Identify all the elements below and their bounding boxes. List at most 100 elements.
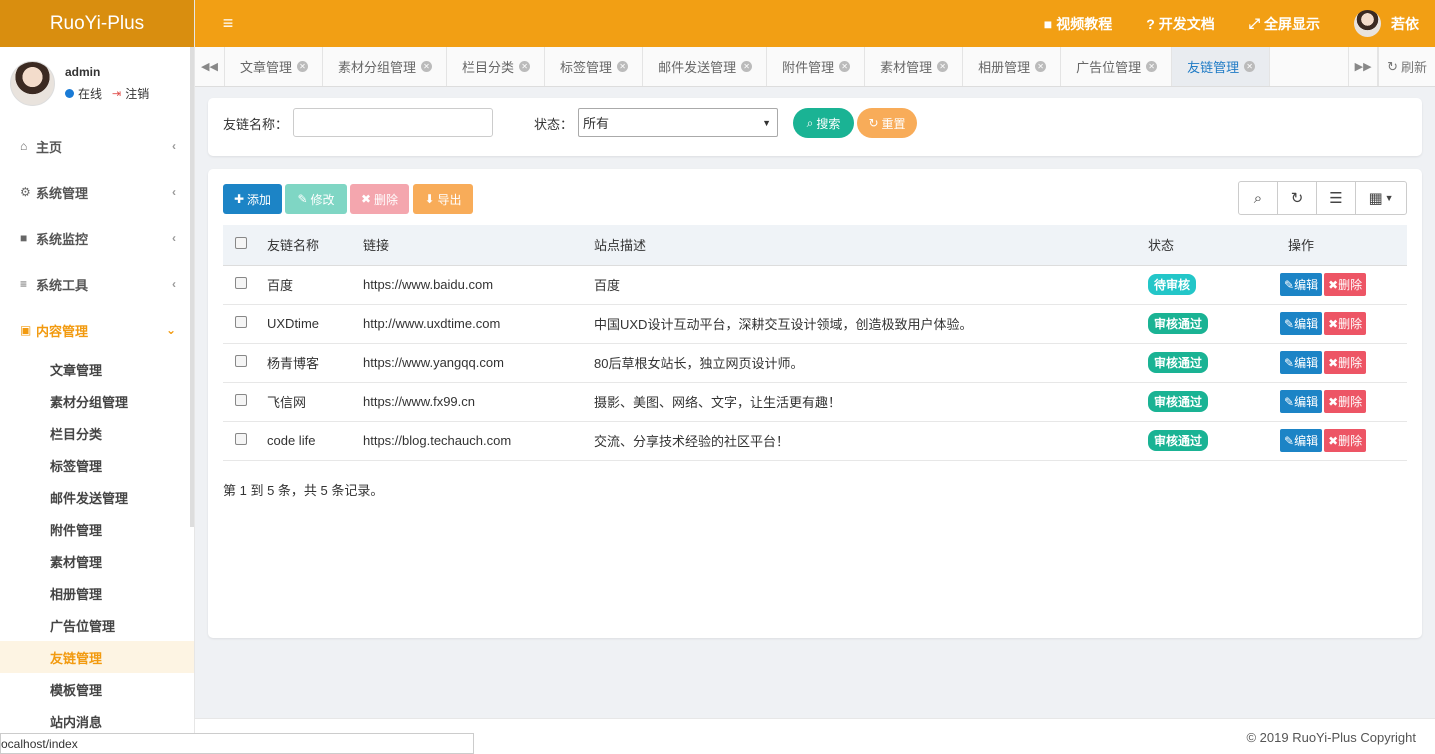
tab-label: 文章管理 bbox=[240, 60, 293, 75]
close-icon[interactable]: ✕ bbox=[421, 61, 433, 72]
tab-tag[interactable]: 标签管理 ✕ bbox=[545, 47, 644, 86]
video-tutorial-link[interactable]: ■ 视频教程 bbox=[1044, 14, 1112, 34]
edit-button[interactable]: ✎ 修改 bbox=[285, 184, 347, 214]
row-delete-button[interactable]: ✖删除 bbox=[1324, 390, 1367, 413]
close-icon[interactable]: ✕ bbox=[519, 61, 531, 72]
fullscreen-link[interactable]: ⤢ 全屏显示 bbox=[1249, 14, 1320, 34]
status-badge: 审核通过 bbox=[1148, 430, 1209, 451]
row-delete-button[interactable]: ✖删除 bbox=[1324, 312, 1367, 335]
top-link-label: 全屏显示 bbox=[1264, 15, 1320, 32]
row-delete-button[interactable]: ✖删除 bbox=[1324, 351, 1367, 374]
status-select[interactable]: 所有 ▼ bbox=[578, 108, 778, 137]
tab-material-group[interactable]: 素材分组管理 ✕ bbox=[323, 47, 448, 86]
row-delete-label: 删除 bbox=[1338, 434, 1363, 448]
column-header[interactable]: 链接 bbox=[363, 225, 594, 266]
sidebar-subitem[interactable]: 标签管理 bbox=[0, 449, 194, 481]
close-icon[interactable]: ✕ bbox=[1244, 61, 1256, 72]
picture-icon: ▣ bbox=[20, 323, 32, 337]
tab-mail[interactable]: 邮件发送管理 ✕ bbox=[643, 47, 768, 86]
row-edit-button[interactable]: ✎编辑 bbox=[1280, 429, 1323, 452]
dev-docs-link[interactable]: ? 开发文档 bbox=[1146, 14, 1215, 34]
delete-button[interactable]: ✖ 删除 bbox=[350, 184, 409, 214]
row-delete-button[interactable]: ✖删除 bbox=[1324, 429, 1367, 452]
tab-ad[interactable]: 广告位管理 ✕ bbox=[1061, 47, 1173, 86]
cell-desc: 摄影、美图、网络、文字，让生活更有趣！ bbox=[594, 382, 1148, 422]
row-edit-button[interactable]: ✎编辑 bbox=[1280, 312, 1323, 335]
top-navbar: ≡ ■ 视频教程 ? 开发文档 ⤢ 全屏显示 若依 bbox=[195, 0, 1435, 47]
tab-label: 附件管理 bbox=[782, 60, 835, 75]
search-button[interactable]: ⌕ 搜索 bbox=[793, 108, 854, 138]
row-edit-button[interactable]: ✎编辑 bbox=[1280, 390, 1323, 413]
close-icon[interactable]: ✕ bbox=[839, 61, 851, 72]
select-all-checkbox[interactable] bbox=[235, 237, 247, 250]
close-icon[interactable]: ✕ bbox=[1035, 61, 1047, 72]
search-toggle-button[interactable]: ⌕ bbox=[1239, 182, 1278, 214]
row-checkbox[interactable] bbox=[235, 277, 247, 289]
close-icon[interactable]: ✕ bbox=[617, 61, 629, 72]
row-checkbox[interactable] bbox=[235, 316, 247, 328]
sidebar-item-home[interactable]: ⌂ 主页 ‹ bbox=[0, 123, 194, 169]
avatar[interactable] bbox=[10, 60, 55, 106]
table-header-row: 友链名称 链接 站点描述 状态 操作 bbox=[223, 225, 1407, 266]
refresh-icon: ↻ bbox=[1290, 190, 1304, 207]
sidebar-subitem[interactable]: 广告位管理 bbox=[0, 609, 194, 641]
logout-icon[interactable]: ⇥ bbox=[112, 87, 121, 100]
close-icon[interactable]: ✕ bbox=[297, 61, 309, 72]
row-checkbox[interactable] bbox=[235, 394, 247, 406]
add-button[interactable]: ✚ 添加 bbox=[223, 184, 282, 214]
sidebar-nav: ⌂ 主页 ‹ ⚙ 系统管理 ‹ ■ 系统监控 ‹ ≡ 系统工具 ‹ ▣ 内容管理… bbox=[0, 123, 194, 737]
sidebar-subitem[interactable]: 素材分组管理 bbox=[0, 385, 194, 417]
chevron-left-icon: ‹ bbox=[172, 231, 176, 245]
column-header[interactable]: 站点描述 bbox=[594, 225, 1148, 266]
sidebar-item-tools[interactable]: ≡ 系统工具 ‹ bbox=[0, 261, 194, 307]
column-header[interactable]: 友链名称 bbox=[267, 225, 363, 266]
sidebar-subitem[interactable]: 文章管理 bbox=[0, 353, 194, 385]
sidebar-subitem[interactable]: 素材管理 bbox=[0, 545, 194, 577]
user-menu[interactable]: 若依 bbox=[1354, 10, 1419, 37]
tab-friendlink[interactable]: 友链管理 ✕ bbox=[1172, 47, 1271, 86]
close-icon[interactable]: ✕ bbox=[937, 61, 949, 72]
sidebar-item-label: 系统工具 bbox=[36, 277, 89, 293]
sidebar-subitem[interactable]: 模板管理 bbox=[0, 673, 194, 705]
close-icon[interactable]: ✕ bbox=[1146, 61, 1158, 72]
row-edit-label: 编辑 bbox=[1294, 434, 1319, 448]
sidebar-item-monitor[interactable]: ■ 系统监控 ‹ bbox=[0, 215, 194, 261]
sidebar-scrollbar[interactable] bbox=[190, 47, 194, 527]
tab-article[interactable]: 文章管理 ✕ bbox=[225, 47, 324, 86]
close-icon[interactable]: ✕ bbox=[741, 61, 753, 72]
tab-scroll-right-icon[interactable]: ▶▶ bbox=[1348, 47, 1379, 86]
row-edit-button[interactable]: ✎编辑 bbox=[1280, 351, 1323, 374]
table-row: 飞信网 https://www.fx99.cn 摄影、美图、网络、文字，让生活更… bbox=[223, 382, 1407, 422]
sidebar-subitem[interactable]: 相册管理 bbox=[0, 577, 194, 609]
column-header[interactable]: 状态 bbox=[1148, 225, 1280, 266]
row-delete-button[interactable]: ✖删除 bbox=[1324, 273, 1367, 296]
tab-scroll-left-icon[interactable]: ◀◀ bbox=[195, 47, 225, 86]
sidebar-item-content[interactable]: ▣ 内容管理 ⌄ bbox=[0, 307, 194, 353]
cell-desc: 80后草根女站长，独立网页设计师。 bbox=[594, 343, 1148, 383]
brand-logo[interactable]: RuoYi-Plus bbox=[0, 0, 194, 47]
toggle-view-button[interactable]: ☰ bbox=[1317, 182, 1356, 214]
tab-refresh-button[interactable]: ↻ 刷新 bbox=[1378, 47, 1435, 86]
search-icon: ⌕ bbox=[806, 115, 814, 130]
row-checkbox[interactable] bbox=[235, 355, 247, 367]
reset-button[interactable]: ↻ 重置 bbox=[857, 108, 917, 138]
refresh-button[interactable]: ↻ bbox=[1278, 182, 1317, 214]
tab-album[interactable]: 相册管理 ✕ bbox=[963, 47, 1062, 86]
row-checkbox[interactable] bbox=[235, 433, 247, 445]
tab-attachment[interactable]: 附件管理 ✕ bbox=[767, 47, 866, 86]
video-icon: ■ bbox=[1043, 15, 1053, 32]
sidebar-item-system[interactable]: ⚙ 系统管理 ‹ bbox=[0, 169, 194, 215]
sidebar-subitem[interactable]: 附件管理 bbox=[0, 513, 194, 545]
columns-button[interactable]: ▦ ▼ bbox=[1356, 182, 1406, 214]
sidebar-subitem[interactable]: 邮件发送管理 bbox=[0, 481, 194, 513]
tab-category[interactable]: 栏目分类 ✕ bbox=[447, 47, 546, 86]
name-search-input[interactable] bbox=[293, 108, 493, 137]
row-edit-button[interactable]: ✎编辑 bbox=[1280, 273, 1323, 296]
sidebar-subitem-active[interactable]: 友链管理 bbox=[0, 641, 194, 673]
tab-material[interactable]: 素材管理 ✕ bbox=[865, 47, 964, 86]
logout-link[interactable]: 注销 bbox=[125, 85, 149, 102]
row-delete-label: 删除 bbox=[1338, 395, 1363, 409]
export-button[interactable]: ⬇ 导出 bbox=[413, 184, 473, 214]
sidebar-subitem[interactable]: 栏目分类 bbox=[0, 417, 194, 449]
menu-toggle-icon[interactable]: ≡ bbox=[195, 13, 261, 34]
